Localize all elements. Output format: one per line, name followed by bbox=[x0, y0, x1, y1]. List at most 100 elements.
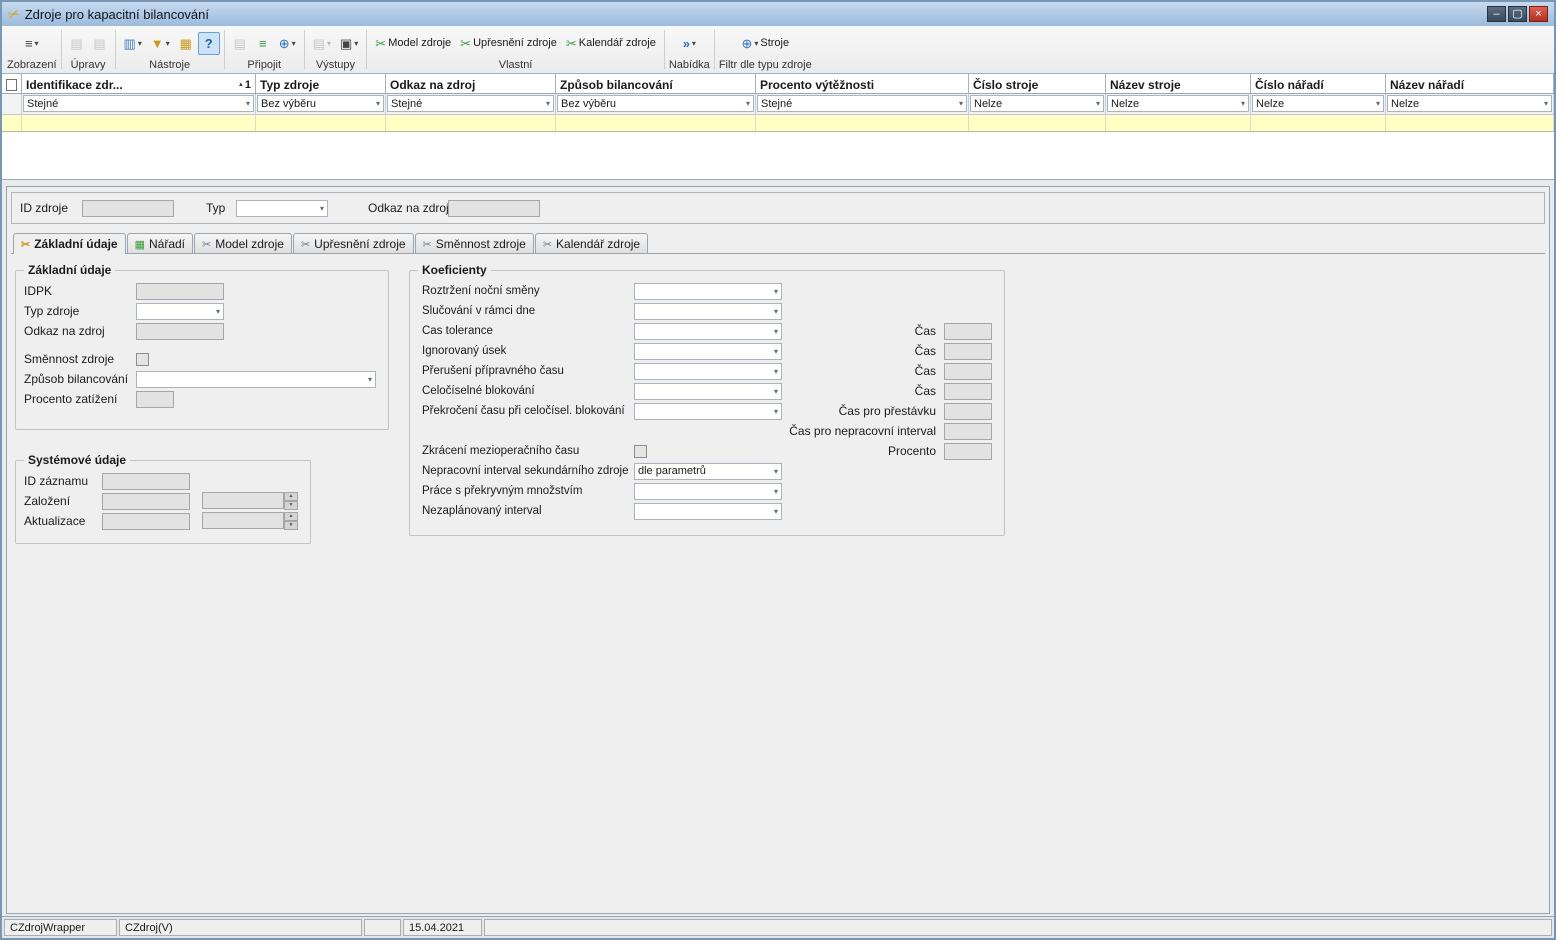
new-row-cell[interactable] bbox=[969, 115, 1106, 131]
filter-combo-typ-zdroje[interactable]: Bez výběru ▾ bbox=[257, 95, 384, 112]
cas-label: Čas bbox=[915, 324, 936, 338]
column-header-label: Název nářadí bbox=[1390, 78, 1464, 92]
zalozeni-time-field bbox=[202, 492, 284, 509]
filter-combo-procento[interactable]: Stejné ▾ bbox=[757, 95, 967, 112]
filter-combo-nazev-naradi[interactable]: Nelze ▾ bbox=[1387, 95, 1552, 112]
close-button[interactable]: × bbox=[1529, 6, 1548, 22]
celociselne-blokovani-combo[interactable]: ▾ bbox=[634, 383, 782, 400]
tab-label: Upřesnění zdroje bbox=[314, 237, 405, 251]
tools-icon: ✂ bbox=[460, 37, 471, 50]
combo-value: Bez výběru bbox=[261, 98, 316, 110]
column-header-odkaz[interactable]: Odkaz na zdroj bbox=[386, 74, 556, 93]
toolbar-group-label: Výstupy bbox=[309, 58, 363, 72]
typ-combo[interactable]: ▾ bbox=[236, 200, 328, 217]
grid-new-row bbox=[2, 115, 1554, 132]
coef-row: Práce s překryvným množstvím ▾ bbox=[410, 481, 1004, 501]
coef-row: Ignorovaný úsek ▾ Čas bbox=[410, 341, 1004, 361]
filter-button[interactable]: ▼ ▾ bbox=[147, 32, 174, 55]
preruseni-pripravneho-casu-combo[interactable]: ▾ bbox=[634, 363, 782, 380]
print-button[interactable]: ▣ ▾ bbox=[336, 32, 362, 55]
grid-viewport-empty[interactable] bbox=[2, 132, 1554, 180]
nezaplanovany-interval-combo[interactable]: ▾ bbox=[634, 503, 782, 520]
field-row: Aktualizace ▲ ▼ bbox=[16, 511, 310, 531]
field-label: Zkrácení mezioperačního času bbox=[422, 445, 634, 457]
new-row-cell[interactable] bbox=[1386, 115, 1554, 131]
new-row-cell[interactable] bbox=[1251, 115, 1386, 131]
id-zaznamu-label: ID záznamu bbox=[24, 474, 102, 488]
menu-button[interactable]: » ▾ bbox=[678, 32, 700, 55]
filter-combo-cislo-naradi[interactable]: Nelze ▾ bbox=[1252, 95, 1384, 112]
model-zdroje-button[interactable]: ✂ Model zdroje bbox=[371, 32, 455, 55]
spin-up-icon[interactable]: ▲ bbox=[284, 492, 298, 501]
new-row-cell[interactable] bbox=[386, 115, 556, 131]
view-menu-button[interactable]: ≡ ▾ bbox=[21, 32, 43, 55]
filter-combo-nazev-stroje[interactable]: Nelze ▾ bbox=[1107, 95, 1249, 112]
toolbar-group-label: Nabídka bbox=[669, 58, 710, 72]
new-row-cell[interactable] bbox=[22, 115, 256, 131]
procento-zatizeni-label: Procento zatížení bbox=[24, 392, 136, 406]
grid-icon: ▦ bbox=[135, 238, 145, 251]
field-label: Slučování v rámci dne bbox=[422, 305, 634, 317]
filter-combo-identifikace[interactable]: Stejné ▾ bbox=[23, 95, 254, 112]
web-link-button[interactable]: ⊕ ▾ bbox=[275, 32, 300, 55]
combo-value: Bez výběru bbox=[561, 98, 616, 110]
column-header-label: Identifikace zdr... bbox=[26, 78, 123, 92]
help-button[interactable]: ? bbox=[198, 32, 220, 55]
cas-tolerance-combo[interactable]: ▾ bbox=[634, 323, 782, 340]
slucovani-v-ramci-dne-combo[interactable]: ▾ bbox=[634, 303, 782, 320]
column-header-identifikace[interactable]: Identifikace zdr... ▲ 1 bbox=[22, 74, 256, 93]
chevron-down-icon: ▾ bbox=[771, 387, 781, 396]
spinner-buttons: ▲ ▼ bbox=[284, 492, 298, 510]
column-header-zpusob[interactable]: Způsob bilancování bbox=[556, 74, 756, 93]
ignorovany-usek-combo[interactable]: ▾ bbox=[634, 343, 782, 360]
column-header-cislo-stroje[interactable]: Číslo stroje bbox=[969, 74, 1106, 93]
column-header-nazev-stroje[interactable]: Název stroje bbox=[1106, 74, 1251, 93]
select-all-checkbox[interactable] bbox=[6, 79, 17, 91]
chart-button[interactable]: ▥ ▾ bbox=[120, 32, 146, 55]
column-header-label: Odkaz na zdroj bbox=[390, 78, 475, 92]
new-row-cell[interactable] bbox=[1106, 115, 1251, 131]
toolbar-group-label: Zobrazení bbox=[7, 58, 57, 72]
nepracovni-interval-sekundarniho-zdroje-combo[interactable]: dle parametrů ▾ bbox=[634, 463, 782, 480]
cas-field bbox=[944, 343, 992, 360]
machine-type-filter-button[interactable]: ⊕ ▾ Stroje bbox=[737, 32, 793, 55]
tab-naradi[interactable]: ▦ Nářadí bbox=[127, 233, 193, 253]
tab-smennost-zdroje[interactable]: ✂ Směnnost zdroje bbox=[415, 233, 534, 253]
filter-combo-zpusob[interactable]: Bez výběru ▾ bbox=[557, 95, 754, 112]
new-row-cell[interactable] bbox=[756, 115, 969, 131]
filter-combo-cislo-stroje[interactable]: Nelze ▾ bbox=[970, 95, 1104, 112]
chevron-down-icon: ▾ bbox=[771, 407, 781, 416]
zpusob-bilancovani-combo[interactable]: ▾ bbox=[136, 371, 376, 388]
prekroceni-casu-combo[interactable]: ▾ bbox=[634, 403, 782, 420]
tab-kalendar-zdroje[interactable]: ✂ Kalendář zdroje bbox=[535, 233, 648, 253]
upresneni-zdroje-button[interactable]: ✂ Upřesnění zdroje bbox=[456, 32, 561, 55]
kalendar-zdroje-button[interactable]: ✂ Kalendář zdroje bbox=[562, 32, 660, 55]
spin-up-icon[interactable]: ▲ bbox=[284, 512, 298, 521]
filter-combo-odkaz[interactable]: Stejné ▾ bbox=[387, 95, 554, 112]
tab-upresneni-zdroje[interactable]: ✂ Upřesnění zdroje bbox=[293, 233, 414, 253]
prace-s-prekryvnym-mnozstvim-combo[interactable]: ▾ bbox=[634, 483, 782, 500]
tab-zakladni-udaje[interactable]: ✂ Základní údaje bbox=[13, 233, 126, 254]
combo-value: Nelze bbox=[1111, 98, 1139, 110]
new-row-cell[interactable] bbox=[256, 115, 386, 131]
new-row-cell[interactable] bbox=[556, 115, 756, 131]
typ-zdroje-combo[interactable]: ▾ bbox=[136, 303, 224, 320]
chevron-down-icon: ▾ bbox=[771, 487, 781, 496]
calculator-button[interactable]: ▦ bbox=[175, 32, 197, 55]
sort-indicator: ▲ 1 bbox=[238, 79, 251, 91]
toolbar: ≡ ▾ Zobrazení ▤ ▤ Úpravy ▥ bbox=[2, 26, 1554, 74]
minimize-button[interactable]: – bbox=[1487, 6, 1506, 22]
column-header-procento[interactable]: Procento výtěžnosti bbox=[756, 74, 969, 93]
roztrzeni-nocni-smeny-combo[interactable]: ▾ bbox=[634, 283, 782, 300]
maximize-button[interactable]: ▢ bbox=[1508, 6, 1527, 22]
procento-label: Procento bbox=[888, 444, 936, 458]
id-zdroje-label: ID zdroje bbox=[20, 201, 82, 215]
column-header-typ-zdroje[interactable]: Typ zdroje bbox=[256, 74, 386, 93]
new-row-cell[interactable] bbox=[2, 115, 22, 131]
column-header-nazev-naradi[interactable]: Název nářadí bbox=[1386, 74, 1554, 93]
list-view-button[interactable]: ≡ bbox=[252, 32, 274, 55]
spin-down-icon[interactable]: ▼ bbox=[284, 521, 298, 530]
tab-model-zdroje[interactable]: ✂ Model zdroje bbox=[194, 233, 292, 253]
column-header-cislo-naradi[interactable]: Číslo nářadí bbox=[1251, 74, 1386, 93]
spin-down-icon[interactable]: ▼ bbox=[284, 501, 298, 510]
